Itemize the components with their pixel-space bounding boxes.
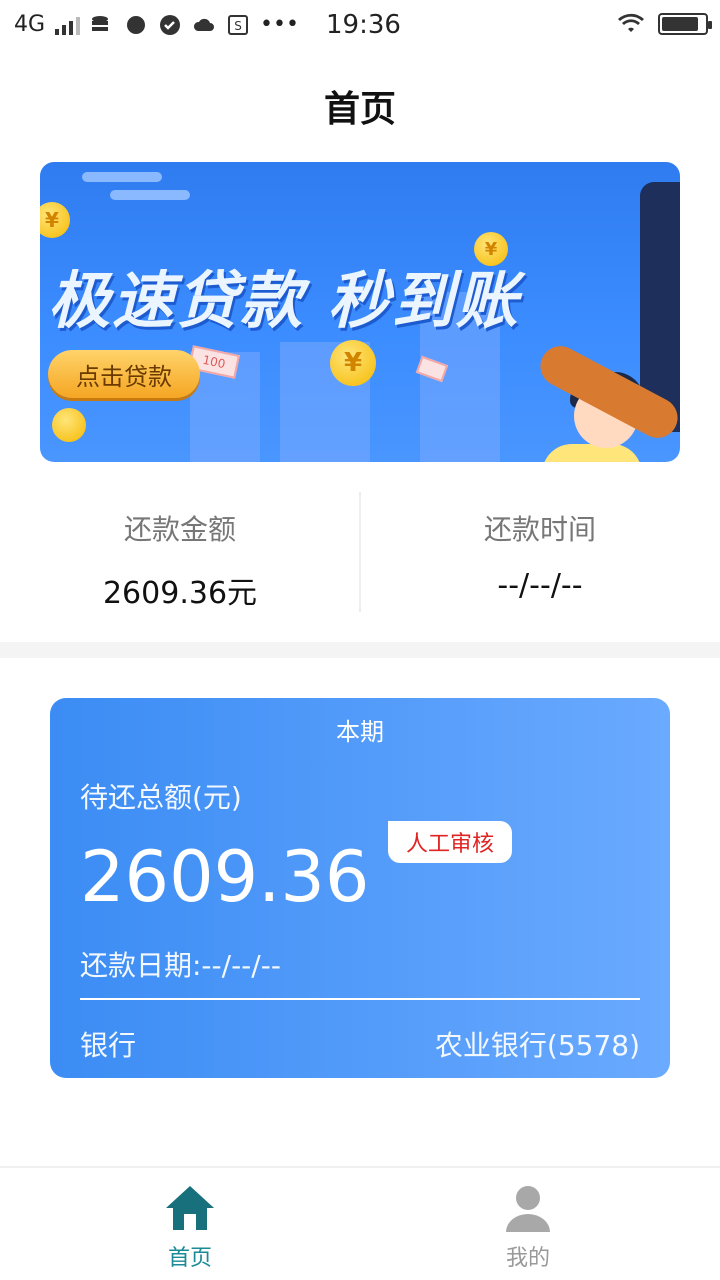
section-separator <box>0 642 720 658</box>
person-illustration <box>542 444 642 462</box>
user-icon <box>506 1186 550 1232</box>
promo-banner[interactable]: ¥ ¥ ¥ 100 极速贷款 秒到账 点击贷款 <box>40 162 680 462</box>
home-icon <box>166 1186 214 1230</box>
bank-label: 银行 <box>80 1029 137 1062</box>
planet-icon <box>127 15 146 34</box>
tab-home[interactable]: 首页 <box>100 1182 280 1272</box>
cloud-decoration <box>110 190 190 200</box>
tab-mine[interactable]: 我的 <box>438 1182 618 1272</box>
period-title: 本期 <box>336 718 384 746</box>
coin-icon: ¥ <box>40 202 70 238</box>
status-bar: 4G S ••• 19:36 <box>0 0 720 52</box>
bottom-tab-bar: 首页 我的 <box>0 1166 720 1280</box>
database-icon <box>92 15 109 31</box>
coin-icon <box>52 408 86 442</box>
total-due-label: 待还总额(元) <box>80 781 242 814</box>
banner-headline: 极速贷款 秒到账 <box>48 264 520 337</box>
repayment-amount-label: 还款金额 <box>123 513 236 546</box>
svg-text:S: S <box>234 19 242 33</box>
repayment-time-block: 还款时间 --/--/-- <box>360 492 720 603</box>
check-circle-icon <box>160 14 181 35</box>
apply-loan-button[interactable]: 点击贷款 <box>48 350 200 398</box>
repayment-summary: 还款金额 2609.36元 还款时间 --/--/-- <box>0 492 720 612</box>
clock: 19:36 <box>326 10 401 40</box>
current-period-card[interactable]: 本期 待还总额(元) 2609.36 人工审核 还款日期:--/--/-- 银行… <box>50 698 670 1078</box>
repayment-date: 还款日期:--/--/-- <box>80 949 281 982</box>
tab-mine-label: 我的 <box>505 1246 550 1271</box>
sim-icon: S <box>228 14 249 35</box>
cloud-icon <box>194 18 215 31</box>
bank-account: 农业银行(5578) <box>434 1029 640 1062</box>
total-due-amount: 2609.36 <box>80 836 370 918</box>
network-type: 4G <box>14 12 46 37</box>
repayment-amount-block: 还款金额 2609.36元 <box>0 492 360 612</box>
signal-icon <box>55 15 81 35</box>
page-title: 首页 <box>323 89 396 130</box>
repayment-time-value: --/--/-- <box>497 568 583 603</box>
tab-home-label: 首页 <box>167 1246 212 1271</box>
repayment-amount-value: 2609.36元 <box>102 576 258 611</box>
repayment-time-label: 还款时间 <box>483 513 596 546</box>
status-badge: 人工审核 <box>388 821 512 863</box>
wifi-icon <box>618 13 644 32</box>
divider <box>80 998 640 1000</box>
battery-icon <box>658 13 712 35</box>
coin-icon: ¥ <box>330 340 376 386</box>
cloud-decoration <box>82 172 162 182</box>
more-notifications-icon: ••• <box>260 12 299 37</box>
